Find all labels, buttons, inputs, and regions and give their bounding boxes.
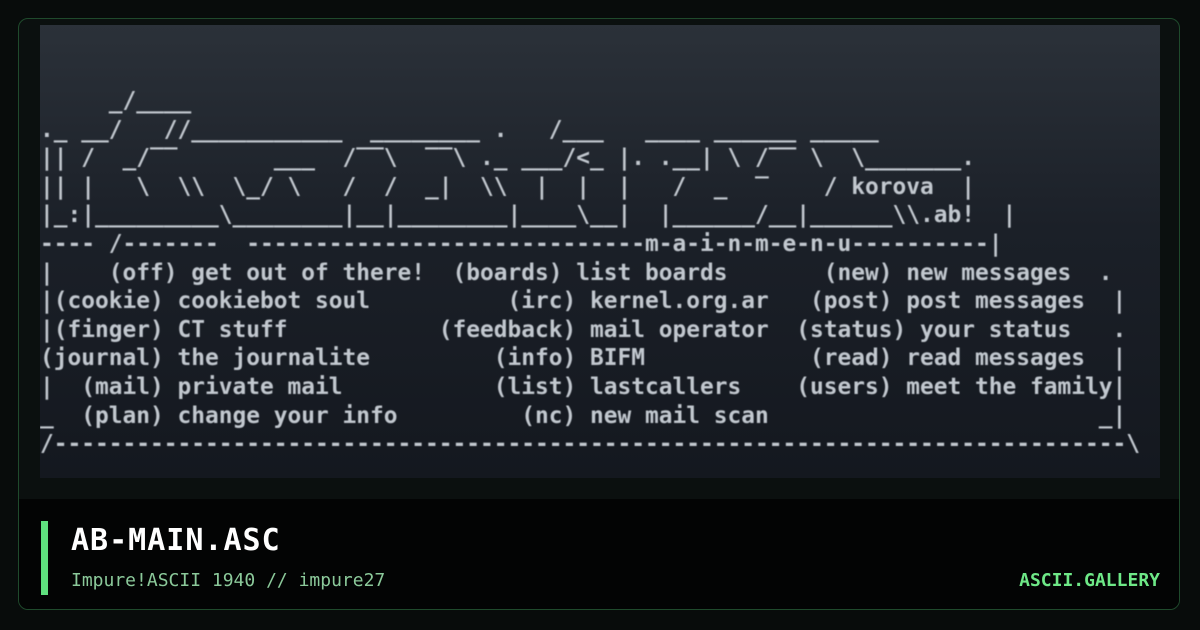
site-brand-link[interactable]: ASCII.GALLERY <box>1019 570 1160 591</box>
artwork-title: AB-MAIN.ASC <box>71 523 281 558</box>
artwork-card: _/____ ._ __/ //___________ ________ . /… <box>18 18 1180 610</box>
ascii-art-text: _/____ ._ __/ //___________ ________ . /… <box>40 87 1141 458</box>
accent-bar <box>41 521 48 595</box>
artwork-subtitle: Impure!ASCII 1940 // impure27 <box>71 570 386 591</box>
card-footer: AB-MAIN.ASC Impure!ASCII 1940 // impure2… <box>19 499 1179 609</box>
ascii-art-preview: _/____ ._ __/ //___________ ________ . /… <box>40 25 1160 478</box>
